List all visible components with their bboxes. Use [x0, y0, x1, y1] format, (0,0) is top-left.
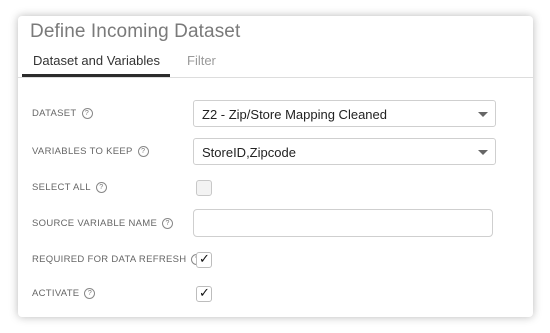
dataset-help-icon[interactable]: ?: [81, 108, 93, 119]
define-incoming-dataset-panel: Define Incoming Dataset Dataset and Vari…: [18, 16, 533, 317]
checkmark-icon: ✓: [199, 286, 210, 301]
required-for-data-refresh-checkbox[interactable]: ✓: [196, 252, 212, 268]
variables-help-icon[interactable]: ?: [137, 146, 149, 157]
variables-to-keep-label-text: VARIABLES TO KEEP: [32, 146, 133, 157]
select-all-help-icon[interactable]: ?: [95, 182, 107, 193]
dataset-label: DATASET?: [32, 108, 93, 119]
source-variable-name-label-text: SOURCE VARIABLE NAME: [32, 218, 158, 229]
variables-select-value: StoreID,Zipcode: [202, 145, 296, 160]
required-for-data-refresh-label: REQUIRED FOR DATA REFRESH?: [32, 254, 203, 265]
tabs-divider: [18, 77, 533, 78]
activate-help-icon[interactable]: ?: [84, 288, 96, 299]
dialog-title: Define Incoming Dataset: [30, 21, 241, 42]
activate-label: ACTIVATE?: [32, 288, 96, 299]
source-variable-name-input[interactable]: [193, 209, 493, 237]
select-all-label: SELECT ALL?: [32, 182, 107, 193]
tab-filter[interactable]: Filter: [187, 53, 216, 68]
required-refresh-label-text: REQUIRED FOR DATA REFRESH: [32, 254, 187, 265]
source-variable-name-label: SOURCE VARIABLE NAME?: [32, 218, 174, 229]
chevron-down-icon[interactable]: [478, 112, 488, 117]
dataset-select[interactable]: Z2 - Zip/Store Mapping Cleaned: [193, 100, 496, 127]
activate-checkbox[interactable]: ✓: [196, 286, 212, 302]
dataset-select-value: Z2 - Zip/Store Mapping Cleaned: [202, 107, 387, 122]
checkmark-icon: ✓: [199, 252, 210, 267]
tab-dataset-and-variables[interactable]: Dataset and Variables: [33, 53, 160, 68]
activate-label-text: ACTIVATE: [32, 288, 80, 299]
variables-to-keep-label: VARIABLES TO KEEP?: [32, 146, 149, 157]
variables-to-keep-select[interactable]: StoreID,Zipcode: [193, 138, 496, 165]
source-variable-help-icon[interactable]: ?: [162, 218, 174, 229]
select-all-checkbox[interactable]: [196, 180, 212, 196]
dataset-label-text: DATASET: [32, 108, 77, 119]
chevron-down-icon[interactable]: [478, 150, 488, 155]
select-all-label-text: SELECT ALL: [32, 182, 91, 193]
